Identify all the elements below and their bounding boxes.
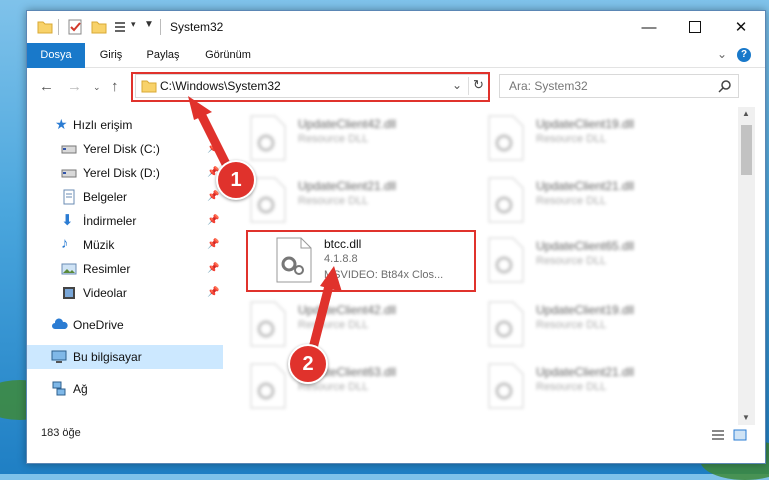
step-marker-2: 2	[288, 344, 328, 384]
step-marker-1: 1	[216, 160, 256, 200]
arrow-annotation	[188, 96, 342, 357]
